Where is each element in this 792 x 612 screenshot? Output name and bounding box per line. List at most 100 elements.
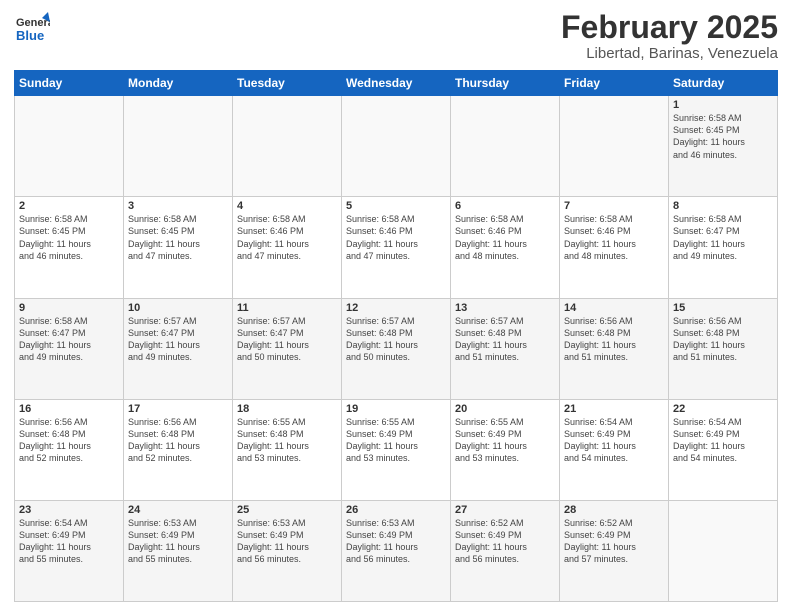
day-number: 6 xyxy=(455,200,555,212)
calendar-cell: 5Sunrise: 6:58 AM Sunset: 6:46 PM Daylig… xyxy=(342,197,451,298)
calendar-cell xyxy=(669,500,778,601)
day-info: Sunrise: 6:54 AM Sunset: 6:49 PM Dayligh… xyxy=(19,517,119,566)
calendar-cell: 1Sunrise: 6:58 AM Sunset: 6:45 PM Daylig… xyxy=(669,96,778,197)
day-info: Sunrise: 6:58 AM Sunset: 6:47 PM Dayligh… xyxy=(673,213,773,262)
calendar-cell: 22Sunrise: 6:54 AM Sunset: 6:49 PM Dayli… xyxy=(669,399,778,500)
day-info: Sunrise: 6:56 AM Sunset: 6:48 PM Dayligh… xyxy=(673,315,773,364)
calendar-day-header: Monday xyxy=(124,71,233,96)
calendar-cell xyxy=(124,96,233,197)
logo-svg: General Blue xyxy=(14,10,50,46)
calendar-cell: 23Sunrise: 6:54 AM Sunset: 6:49 PM Dayli… xyxy=(15,500,124,601)
day-info: Sunrise: 6:58 AM Sunset: 6:46 PM Dayligh… xyxy=(346,213,446,262)
calendar-day-header: Saturday xyxy=(669,71,778,96)
day-info: Sunrise: 6:58 AM Sunset: 6:46 PM Dayligh… xyxy=(237,213,337,262)
day-number: 27 xyxy=(455,504,555,516)
day-number: 24 xyxy=(128,504,228,516)
calendar-cell: 21Sunrise: 6:54 AM Sunset: 6:49 PM Dayli… xyxy=(560,399,669,500)
calendar-week-row: 23Sunrise: 6:54 AM Sunset: 6:49 PM Dayli… xyxy=(15,500,778,601)
day-number: 26 xyxy=(346,504,446,516)
calendar-cell: 27Sunrise: 6:52 AM Sunset: 6:49 PM Dayli… xyxy=(451,500,560,601)
day-number: 14 xyxy=(564,302,664,314)
calendar-cell: 16Sunrise: 6:56 AM Sunset: 6:48 PM Dayli… xyxy=(15,399,124,500)
day-number: 21 xyxy=(564,403,664,415)
day-number: 5 xyxy=(346,200,446,212)
calendar-cell xyxy=(451,96,560,197)
day-info: Sunrise: 6:53 AM Sunset: 6:49 PM Dayligh… xyxy=(128,517,228,566)
day-number: 22 xyxy=(673,403,773,415)
day-info: Sunrise: 6:58 AM Sunset: 6:47 PM Dayligh… xyxy=(19,315,119,364)
calendar-cell: 10Sunrise: 6:57 AM Sunset: 6:47 PM Dayli… xyxy=(124,298,233,399)
day-number: 17 xyxy=(128,403,228,415)
calendar-cell: 26Sunrise: 6:53 AM Sunset: 6:49 PM Dayli… xyxy=(342,500,451,601)
calendar-cell xyxy=(342,96,451,197)
day-number: 11 xyxy=(237,302,337,314)
calendar-cell: 19Sunrise: 6:55 AM Sunset: 6:49 PM Dayli… xyxy=(342,399,451,500)
day-number: 4 xyxy=(237,200,337,212)
day-info: Sunrise: 6:56 AM Sunset: 6:48 PM Dayligh… xyxy=(128,416,228,465)
day-info: Sunrise: 6:54 AM Sunset: 6:49 PM Dayligh… xyxy=(564,416,664,465)
calendar-cell xyxy=(560,96,669,197)
calendar-week-row: 2Sunrise: 6:58 AM Sunset: 6:45 PM Daylig… xyxy=(15,197,778,298)
calendar-day-header: Tuesday xyxy=(233,71,342,96)
calendar-cell: 9Sunrise: 6:58 AM Sunset: 6:47 PM Daylig… xyxy=(15,298,124,399)
calendar-day-header: Wednesday xyxy=(342,71,451,96)
calendar-cell: 11Sunrise: 6:57 AM Sunset: 6:47 PM Dayli… xyxy=(233,298,342,399)
day-info: Sunrise: 6:58 AM Sunset: 6:45 PM Dayligh… xyxy=(19,213,119,262)
day-info: Sunrise: 6:55 AM Sunset: 6:49 PM Dayligh… xyxy=(346,416,446,465)
calendar-cell: 13Sunrise: 6:57 AM Sunset: 6:48 PM Dayli… xyxy=(451,298,560,399)
calendar-week-row: 1Sunrise: 6:58 AM Sunset: 6:45 PM Daylig… xyxy=(15,96,778,197)
day-info: Sunrise: 6:52 AM Sunset: 6:49 PM Dayligh… xyxy=(564,517,664,566)
day-number: 18 xyxy=(237,403,337,415)
calendar-cell: 25Sunrise: 6:53 AM Sunset: 6:49 PM Dayli… xyxy=(233,500,342,601)
day-info: Sunrise: 6:55 AM Sunset: 6:48 PM Dayligh… xyxy=(237,416,337,465)
day-info: Sunrise: 6:54 AM Sunset: 6:49 PM Dayligh… xyxy=(673,416,773,465)
day-number: 15 xyxy=(673,302,773,314)
calendar-cell: 7Sunrise: 6:58 AM Sunset: 6:46 PM Daylig… xyxy=(560,197,669,298)
day-number: 19 xyxy=(346,403,446,415)
calendar-cell: 14Sunrise: 6:56 AM Sunset: 6:48 PM Dayli… xyxy=(560,298,669,399)
calendar-cell: 4Sunrise: 6:58 AM Sunset: 6:46 PM Daylig… xyxy=(233,197,342,298)
calendar-cell: 15Sunrise: 6:56 AM Sunset: 6:48 PM Dayli… xyxy=(669,298,778,399)
day-info: Sunrise: 6:57 AM Sunset: 6:47 PM Dayligh… xyxy=(237,315,337,364)
svg-text:Blue: Blue xyxy=(16,28,44,43)
page: General Blue February 2025 Libertad, Bar… xyxy=(0,0,792,612)
day-info: Sunrise: 6:58 AM Sunset: 6:45 PM Dayligh… xyxy=(128,213,228,262)
calendar-week-row: 16 Sunrise: 6:56 AM Sunset: 6:48 PM Dayli… xyxy=(15,399,778,500)
logo: General Blue xyxy=(14,10,50,46)
calendar-cell: 2Sunrise: 6:58 AM Sunset: 6:45 PM Daylig… xyxy=(15,197,124,298)
day-number: 25 xyxy=(237,504,337,516)
title-block: February 2025 Libertad, Barinas, Venezue… xyxy=(561,10,778,62)
calendar-day-header: Thursday xyxy=(451,71,560,96)
day-number: 23 xyxy=(19,504,119,516)
day-info: Sunrise: 6:52 AM Sunset: 6:49 PM Dayligh… xyxy=(455,517,555,566)
calendar-cell: 20Sunrise: 6:55 AM Sunset: 6:49 PM Dayli… xyxy=(451,399,560,500)
calendar-cell: 6Sunrise: 6:58 AM Sunset: 6:46 PM Daylig… xyxy=(451,197,560,298)
calendar-day-header: Sunday xyxy=(15,71,124,96)
day-info: Sunrise: 6:57 AM Sunset: 6:48 PM Dayligh… xyxy=(346,315,446,364)
day-number: 20 xyxy=(455,403,555,415)
day-number: 1 xyxy=(673,99,773,111)
calendar-cell: 3Sunrise: 6:58 AM Sunset: 6:45 PM Daylig… xyxy=(124,197,233,298)
day-number: 8 xyxy=(673,200,773,212)
day-info: Sunrise: 6:55 AM Sunset: 6:49 PM Dayligh… xyxy=(455,416,555,465)
day-number: 16 xyxy=(19,403,119,415)
calendar-cell: 8Sunrise: 6:58 AM Sunset: 6:47 PM Daylig… xyxy=(669,197,778,298)
calendar-cell: 28Sunrise: 6:52 AM Sunset: 6:49 PM Dayli… xyxy=(560,500,669,601)
calendar-cell: 18Sunrise: 6:55 AM Sunset: 6:48 PM Dayli… xyxy=(233,399,342,500)
day-info: Sunrise: 6:58 AM Sunset: 6:45 PM Dayligh… xyxy=(673,112,773,161)
day-number: 2 xyxy=(19,200,119,212)
day-number: 12 xyxy=(346,302,446,314)
day-info: Sunrise: 6:56 AM Sunset: 6:48 PM Dayligh… xyxy=(564,315,664,364)
day-info: Sunrise: 6:57 AM Sunset: 6:47 PM Dayligh… xyxy=(128,315,228,364)
day-info: Sunrise: 6:53 AM Sunset: 6:49 PM Dayligh… xyxy=(237,517,337,566)
header: General Blue February 2025 Libertad, Bar… xyxy=(14,10,778,62)
day-number: 10 xyxy=(128,302,228,314)
calendar-cell xyxy=(233,96,342,197)
day-number: 9 xyxy=(19,302,119,314)
day-number: 7 xyxy=(564,200,664,212)
calendar-cell xyxy=(15,96,124,197)
calendar-cell: 17Sunrise: 6:56 AM Sunset: 6:48 PM Dayli… xyxy=(124,399,233,500)
calendar-week-row: 9Sunrise: 6:58 AM Sunset: 6:47 PM Daylig… xyxy=(15,298,778,399)
day-number: 3 xyxy=(128,200,228,212)
day-number: 28 xyxy=(564,504,664,516)
